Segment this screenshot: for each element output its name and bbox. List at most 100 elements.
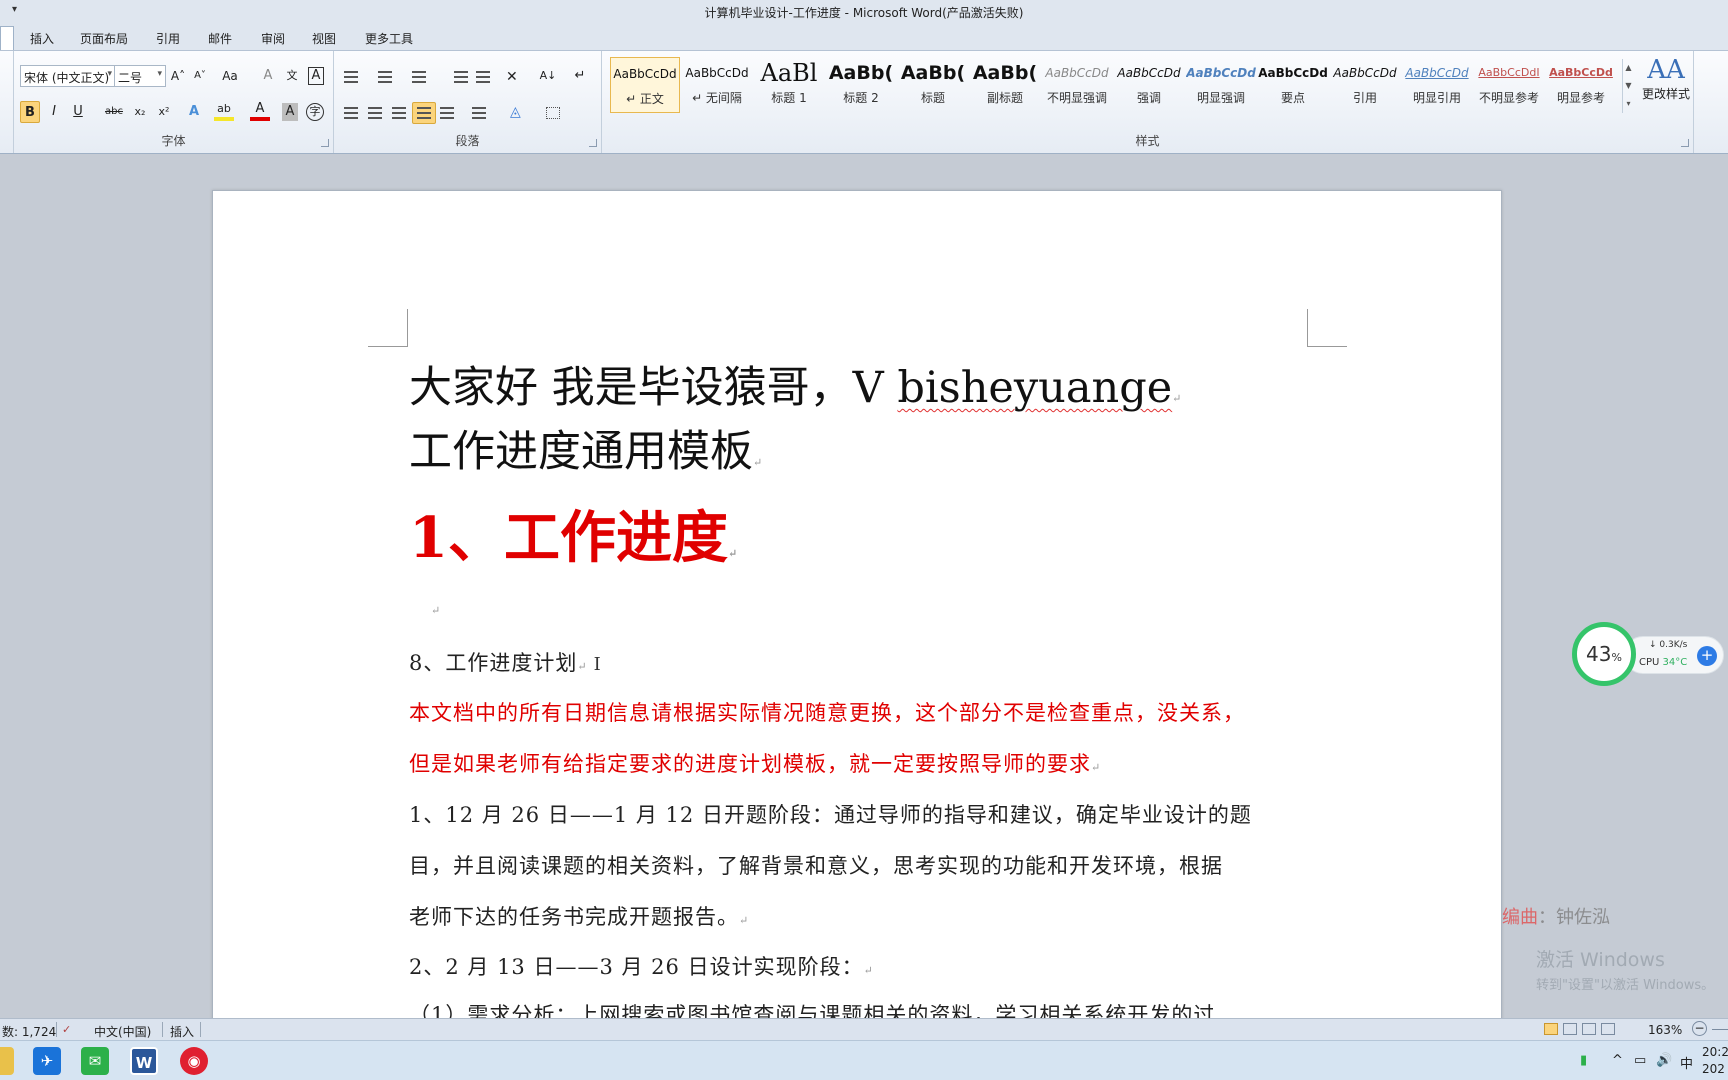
style-subtle-reference[interactable]: AaBbCcDdI 不明显参考 (1474, 57, 1544, 113)
align-center-icon[interactable] (368, 107, 382, 119)
numbering-icon[interactable] (378, 71, 392, 83)
netease-music-icon[interactable]: ◉ (180, 1047, 208, 1075)
file-explorer-icon[interactable] (0, 1047, 14, 1075)
bold-button[interactable]: B (20, 101, 40, 123)
outline-view-icon[interactable] (1601, 1022, 1615, 1035)
doc-phase1-line-3[interactable]: 老师下达的任务书完成开题报告。↵ (409, 901, 749, 931)
align-left-icon[interactable] (344, 107, 358, 119)
underline-button[interactable]: U (68, 101, 88, 123)
doc-empty-paragraph[interactable]: ↵ (431, 603, 440, 617)
web-layout-view-icon[interactable] (1582, 1022, 1596, 1035)
multilevel-list-icon[interactable] (412, 71, 426, 83)
char-border-button[interactable]: A (308, 67, 324, 85)
phonetic-guide-button[interactable]: 文 (282, 65, 302, 87)
superscript-button[interactable]: x² (154, 101, 174, 123)
font-size-combo[interactable]: 二号 (114, 65, 166, 87)
enclose-char-button[interactable]: 字 (306, 103, 324, 121)
styles-scroll[interactable]: ▲ ▼ ▾ (1622, 59, 1634, 113)
ime-indicator[interactable]: 中 (1680, 1053, 1693, 1072)
increase-indent-icon[interactable] (476, 71, 490, 83)
borders-icon[interactable] (546, 107, 560, 119)
doc-phase1-line-2[interactable]: 目，并且阅读课题的相关资料，了解背景和意义，思考实现的功能和开发环境，根据 (409, 850, 1223, 880)
boost-button[interactable]: + (1697, 646, 1717, 666)
wechat-app-icon[interactable]: ✉ (81, 1047, 109, 1075)
doc-template-title[interactable]: 工作进度通用模板↵ (409, 417, 762, 479)
italic-button[interactable]: I (44, 101, 64, 123)
volume-tray-icon[interactable]: 🔊 (1656, 1053, 1672, 1068)
decrease-indent-icon[interactable] (454, 71, 468, 83)
teams-app-icon[interactable]: ✈ (33, 1047, 61, 1075)
doc-heading-progress[interactable]: 1、工作进度↵ (409, 493, 737, 574)
style-intense-quote[interactable]: AaBbCcDd 明显引用 (1402, 57, 1472, 113)
chinese-layout-icon[interactable]: ✕ (506, 69, 520, 85)
zoom-slider[interactable] (1712, 1029, 1728, 1030)
sort-button[interactable]: A↓ (538, 65, 558, 87)
style-title[interactable]: AaBb( 标题 (898, 57, 968, 113)
bullets-icon[interactable] (344, 71, 358, 83)
doc-phase1-line-1[interactable]: 1、12 月 26 日——1 月 12 日开题阶段：通过导师的指导和建议，确定毕… (409, 799, 1252, 829)
insert-mode-indicator[interactable]: 插入 (170, 1023, 194, 1040)
style-strong[interactable]: AaBbCcDd 要点 (1258, 57, 1328, 113)
style-no-spacing[interactable]: AaBbCcDd ↵ 无间隔 (682, 57, 752, 113)
change-styles-button[interactable]: AA 更改样式 (1638, 55, 1694, 102)
font-name-combo[interactable]: 宋体 (中文正文) (20, 65, 116, 87)
styles-dialog-launcher[interactable] (1681, 139, 1689, 147)
network-tray-icon[interactable]: ▭ (1634, 1053, 1646, 1068)
style-heading-1[interactable]: AaBl 标题 1 (754, 57, 824, 113)
battery-tray-icon[interactable]: ▮ (1580, 1053, 1587, 1068)
distributed-icon[interactable] (440, 107, 454, 119)
doc-greeting-line[interactable]: 大家好 我是毕设猿哥，V bisheyuange↵ (409, 353, 1181, 415)
shrink-font-button[interactable]: A˅ (190, 65, 210, 87)
system-clock[interactable]: 20:2 202 (1702, 1044, 1728, 1078)
strikethrough-button[interactable]: abc (104, 101, 124, 123)
style-intense-reference[interactable]: AaBbCcDd 明显参考 (1546, 57, 1616, 113)
subscript-button[interactable]: x₂ (130, 101, 150, 123)
style-subtitle[interactable]: AaBb( 副标题 (970, 57, 1040, 113)
full-screen-view-icon[interactable] (1563, 1022, 1577, 1035)
font-dialog-launcher[interactable] (321, 139, 329, 147)
tab-page-layout[interactable]: 页面布局 (80, 30, 128, 47)
status-separator (162, 1022, 163, 1037)
align-right-icon[interactable] (392, 107, 406, 119)
doc-phase2-title[interactable]: 2、2 月 13 日——3 月 26 日设计实现阶段：↵ (409, 951, 874, 981)
doc-requirements-line[interactable]: （1）需求分析：上网搜索或图书馆查阅与课题相关的资料，学习相关系统开发的过 (409, 999, 1215, 1019)
text-effect-button[interactable]: A (184, 101, 204, 123)
paragraph-dialog-launcher[interactable] (589, 139, 597, 147)
style-quote[interactable]: AaBbCcDd 引用 (1330, 57, 1400, 113)
style-normal[interactable]: AaBbCcDd ↵ 正文 (610, 57, 680, 113)
zoom-level[interactable]: 163% (1648, 1023, 1682, 1037)
tab-mailings[interactable]: 邮件 (208, 30, 232, 47)
style-heading-2[interactable]: AaBb( 标题 2 (826, 57, 896, 113)
word-count[interactable]: 数: 1,724 (2, 1023, 56, 1040)
change-case-button[interactable]: Aa (220, 65, 240, 87)
tab-references[interactable]: 引用 (156, 30, 180, 47)
shading-icon[interactable]: ◬ (510, 104, 524, 120)
document-page[interactable]: 大家好 我是毕设猿哥，V bisheyuange↵ 工作进度通用模板↵ 1、工作… (212, 190, 1502, 1020)
highlight-button[interactable]: ab (214, 101, 234, 121)
tab-review[interactable]: 审阅 (261, 30, 285, 47)
word-app-icon[interactable]: W (130, 1047, 158, 1075)
clear-format-button[interactable]: A (258, 65, 278, 87)
system-monitor-widget[interactable]: ↓ 0.3K/s CPU 34°C + 43% (1572, 622, 1724, 688)
tray-expand-icon[interactable]: ^ (1612, 1053, 1623, 1068)
zoom-out-button[interactable]: − (1692, 1021, 1707, 1036)
tab-insert[interactable]: 插入 (30, 30, 54, 47)
print-layout-view-icon[interactable] (1544, 1022, 1558, 1035)
tab-view[interactable]: 视图 (312, 30, 336, 47)
proofing-icon[interactable]: ✓ (62, 1023, 71, 1036)
style-emphasis[interactable]: AaBbCcDd 强调 (1114, 57, 1184, 113)
doc-note-line-2[interactable]: 但是如果老师有给指定要求的进度计划模板，就一定要按照导师的要求↵ (409, 748, 1101, 778)
line-spacing-icon[interactable] (472, 107, 486, 119)
char-shading-button[interactable]: A (282, 103, 298, 121)
language-indicator[interactable]: 中文(中国) (94, 1023, 151, 1040)
style-intense-emphasis[interactable]: AaBbCcDd 明显强调 (1186, 57, 1256, 113)
font-color-button[interactable]: A (250, 101, 270, 121)
doc-section-title[interactable]: 8、工作进度计划↵ I (409, 647, 602, 677)
show-marks-button[interactable]: ↵ (570, 65, 590, 87)
tab-more-tools[interactable]: 更多工具 (365, 30, 413, 47)
grow-font-button[interactable]: A˄ (168, 65, 188, 87)
justify-button[interactable] (412, 102, 436, 124)
tab-file[interactable] (0, 26, 14, 50)
doc-note-line-1[interactable]: 本文档中的所有日期信息请根据实际情况随意更换，这个部分不是检查重点，没关系， (409, 697, 1245, 727)
style-subtle-emphasis[interactable]: AaBbCcDd 不明显强调 (1042, 57, 1112, 113)
